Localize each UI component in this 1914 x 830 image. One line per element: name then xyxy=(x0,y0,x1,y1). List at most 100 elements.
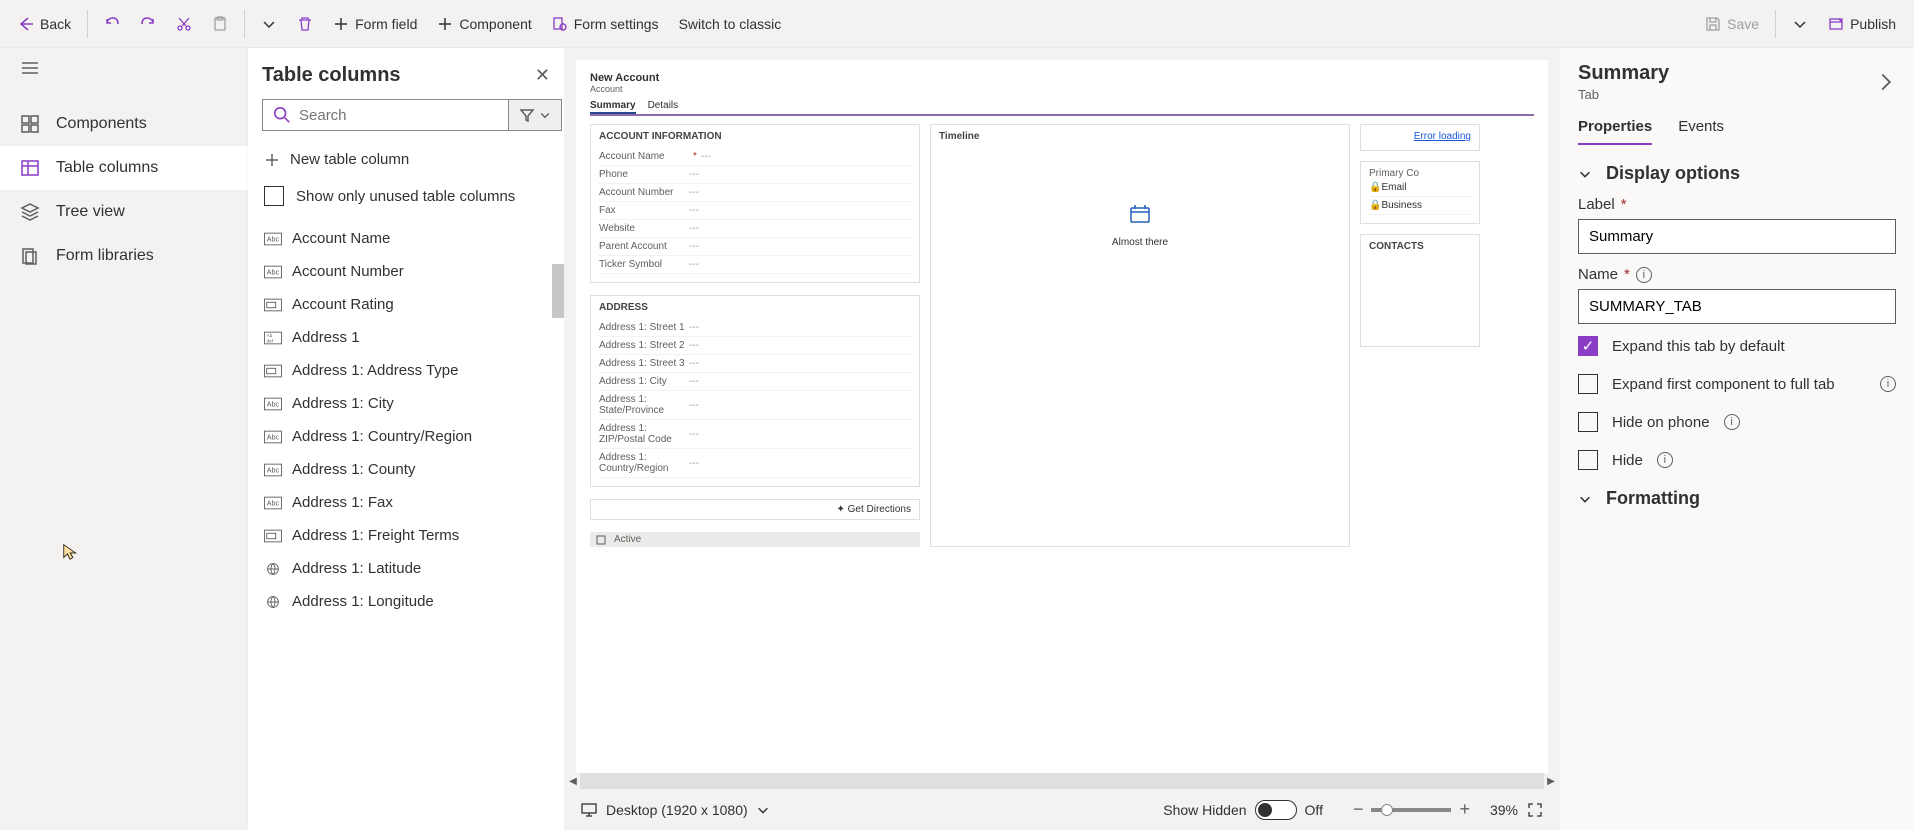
form-tab-details[interactable]: Details xyxy=(648,100,679,114)
props-tab-events[interactable]: Events xyxy=(1678,118,1724,145)
hide-row[interactable]: Hide i xyxy=(1578,450,1896,470)
plus-icon xyxy=(437,16,453,32)
expand-first-checkbox[interactable] xyxy=(1578,374,1598,394)
props-tab-properties[interactable]: Properties xyxy=(1578,118,1652,145)
form-field[interactable]: Address 1: Street 3--- xyxy=(599,355,911,373)
device-label[interactable]: Desktop (1920 x 1080) xyxy=(606,802,748,818)
search-input-wrap[interactable] xyxy=(262,99,509,131)
label-input[interactable] xyxy=(1578,219,1896,254)
error-loading-link[interactable]: Error loading xyxy=(1414,131,1471,142)
column-item[interactable]: AbcAccount Number xyxy=(262,255,550,288)
form-field[interactable]: Parent Account--- xyxy=(599,238,911,256)
paste-menu-button[interactable] xyxy=(251,8,287,40)
canvas-vertical-scrollbar[interactable] xyxy=(1550,72,1558,502)
form-field[interactable]: Address 1: ZIP/Postal Code--- xyxy=(599,420,911,449)
column-item[interactable]: AbcAddress 1: Country/Region xyxy=(262,420,550,453)
column-item[interactable]: Address 1: Longitude xyxy=(262,585,550,618)
nav-components[interactable]: Components xyxy=(0,102,248,146)
info-icon[interactable]: i xyxy=(1724,414,1740,430)
form-field[interactable]: Website--- xyxy=(599,220,911,238)
form-field[interactable]: Address 1: Street 1--- xyxy=(599,319,911,337)
show-unused-row[interactable]: Show only unused table columns xyxy=(262,176,550,216)
column-item[interactable]: AbcAddress 1: Fax xyxy=(262,486,550,519)
related-card-1[interactable]: Error loading xyxy=(1360,124,1480,151)
nav-form-libraries[interactable]: Form libraries xyxy=(0,234,248,278)
form-field[interactable]: Account Name*--- xyxy=(599,148,911,166)
nav-table-columns[interactable]: Table columns xyxy=(0,146,248,190)
column-item[interactable]: Account Rating xyxy=(262,288,550,321)
name-input[interactable] xyxy=(1578,289,1896,324)
display-options-header[interactable]: Display options xyxy=(1578,163,1896,184)
undo-button[interactable] xyxy=(94,8,130,40)
contacts-card[interactable]: CONTACTS xyxy=(1360,234,1480,347)
nav-tree-view[interactable]: Tree view xyxy=(0,190,248,234)
form-tabs-selected[interactable]: Summary Details xyxy=(590,100,1534,116)
chevron-down-icon[interactable] xyxy=(756,803,770,817)
related-card-2[interactable]: Primary Co 🔒 Email 🔒 Business xyxy=(1360,161,1480,224)
form-settings-button[interactable]: Form settings xyxy=(542,8,669,40)
info-icon[interactable]: i xyxy=(1880,376,1896,392)
redo-button[interactable] xyxy=(130,8,166,40)
chevron-right-icon[interactable] xyxy=(1876,72,1896,92)
zoom-in-button[interactable]: + xyxy=(1459,799,1470,820)
info-icon[interactable]: i xyxy=(1636,267,1652,283)
filter-button[interactable] xyxy=(509,99,562,131)
show-unused-checkbox[interactable] xyxy=(264,186,284,206)
address-card[interactable]: ADDRESS Address 1: Street 1---Address 1:… xyxy=(590,295,920,487)
hide-phone-row[interactable]: Hide on phone i xyxy=(1578,412,1896,432)
hide-checkbox[interactable] xyxy=(1578,450,1598,470)
form-preview[interactable]: New Account Account Summary Details ACCO… xyxy=(576,60,1548,773)
canvas-horizontal-scrollbar[interactable]: ◀▶ xyxy=(564,773,1560,789)
column-item-label: Address 1: Fax xyxy=(292,494,393,511)
column-item[interactable]: Address 1: Address Type xyxy=(262,354,550,387)
zoom-out-button[interactable]: − xyxy=(1353,799,1364,820)
paste-button[interactable] xyxy=(202,8,238,40)
form-field[interactable]: Account Number--- xyxy=(599,184,911,202)
formatting-header[interactable]: Formatting xyxy=(1578,488,1896,509)
map-card[interactable]: ✦ Get Directions xyxy=(590,499,920,520)
panel-close-button[interactable]: ✕ xyxy=(535,65,550,86)
nav-toggle[interactable] xyxy=(0,48,248,88)
switch-classic-button[interactable]: Switch to classic xyxy=(669,8,792,40)
publish-button[interactable]: Publish xyxy=(1818,8,1906,40)
form-tab-summary[interactable]: Summary xyxy=(590,100,636,114)
form-field[interactable]: Address 1: State/Province--- xyxy=(599,391,911,420)
form-field-label: Address 1: ZIP/Postal Code xyxy=(599,423,689,445)
column-item[interactable]: AbcAddress 1: County xyxy=(262,453,550,486)
add-component-button[interactable]: Component xyxy=(427,8,541,40)
form-field[interactable]: Address 1: City--- xyxy=(599,373,911,391)
save-button[interactable]: Save xyxy=(1695,8,1769,40)
save-menu-button[interactable] xyxy=(1782,8,1818,40)
column-item[interactable]: AbdefAddress 1 xyxy=(262,321,550,354)
column-item[interactable]: AbcAccount Name xyxy=(262,222,550,255)
expand-default-checkbox[interactable]: ✓ xyxy=(1578,336,1598,356)
form-field[interactable]: Address 1: Street 2--- xyxy=(599,337,911,355)
search-input[interactable] xyxy=(299,107,498,124)
form-field[interactable]: Address 1: Country/Region--- xyxy=(599,449,911,478)
column-item[interactable]: Address 1: Freight Terms xyxy=(262,519,550,552)
hide-phone-checkbox[interactable] xyxy=(1578,412,1598,432)
add-form-field-button[interactable]: Form field xyxy=(323,8,427,40)
expand-default-row[interactable]: ✓ Expand this tab by default xyxy=(1578,336,1896,356)
form-field[interactable]: Fax--- xyxy=(599,202,911,220)
expand-first-row[interactable]: Expand first component to full tab i xyxy=(1578,374,1896,394)
get-directions-label[interactable]: Get Directions xyxy=(848,504,911,515)
form-field[interactable]: Ticker Symbol--- xyxy=(599,256,911,274)
column-item[interactable]: Address 1: Latitude xyxy=(262,552,550,585)
scrollbar-thumb[interactable] xyxy=(552,264,564,318)
timeline-card[interactable]: Timeline Almost there xyxy=(930,124,1350,547)
hamburger-icon xyxy=(20,58,40,78)
fit-icon[interactable] xyxy=(1526,801,1544,819)
account-info-card[interactable]: ACCOUNT INFORMATION Account Name*---Phon… xyxy=(590,124,920,283)
delete-button[interactable] xyxy=(287,8,323,40)
new-table-column-button[interactable]: New table column xyxy=(262,143,550,176)
column-item[interactable]: AbcAddress 1: City xyxy=(262,387,550,420)
desktop-icon xyxy=(580,801,598,819)
info-icon[interactable]: i xyxy=(1657,452,1673,468)
show-hidden-toggle[interactable] xyxy=(1255,800,1297,820)
back-button[interactable]: Back xyxy=(8,8,81,40)
separator xyxy=(1775,10,1776,38)
cut-button[interactable] xyxy=(166,8,202,40)
zoom-slider[interactable] xyxy=(1371,808,1451,812)
form-field[interactable]: Phone--- xyxy=(599,166,911,184)
